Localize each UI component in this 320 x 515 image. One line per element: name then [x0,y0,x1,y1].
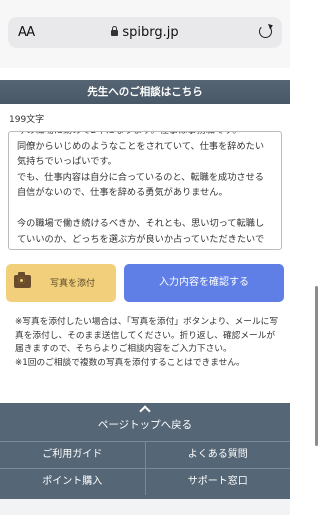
consult-section-header: 先生へのご相談はこちら [0,80,290,104]
lock-icon [111,26,119,36]
address-bar[interactable]: AA spibrg.jp [8,17,282,48]
chevron-up-icon [139,405,151,417]
consultation-text: 今の職場に勤めて2年になります。仕事は事務職です。 同僚からいじめのようなことを… [17,132,265,245]
consultation-textarea[interactable]: 今の職場に勤めて2年になります。仕事は事務職です。 同僚からいじめのようなことを… [8,131,282,250]
page-top-label: ページトップへ戻る [97,419,193,431]
footer-link-buy-points[interactable]: ポイント購入 [0,469,145,495]
footer-links: ご利用ガイド よくある質問 ポイント購入 サポート窓口 [0,441,290,495]
note-photo-limit: ※1回のご相談で複数の写真を添付することはできません。 [15,357,245,368]
attach-photo-button[interactable]: 写真を添付 [6,264,116,302]
notes: ※写真を添付したい場合は、「写真を添付」ボタンより、メールに写真を添付し、そのま… [15,316,281,370]
footer-link-guide[interactable]: ご利用ガイド [0,442,145,468]
note-photo-instructions: ※写真を添付したい場合は、「写真を添付」ボタンより、メールに写真を添付し、そのま… [15,317,279,354]
footer-link-support[interactable]: サポート窓口 [144,469,291,495]
scrollbar[interactable] [315,286,318,446]
camera-icon [14,272,31,288]
browser-toolbar: AA spibrg.jp [0,0,290,68]
footer: ページトップへ戻る ご利用ガイド よくある質問 ポイント購入 サポート窓口 [0,403,290,515]
character-count: 199文字 [9,115,45,125]
confirm-input-button[interactable]: 入力内容を確認する [124,264,284,302]
bottom-fade [0,499,290,515]
footer-link-faq[interactable]: よくある質問 [144,442,291,468]
url-text: spibrg.jp [122,25,179,40]
reload-icon[interactable] [259,25,272,38]
page-top-link[interactable]: ページトップへ戻る [0,403,290,441]
attach-photo-label: 写真を添付 [50,279,96,289]
url-display[interactable]: spibrg.jp [8,25,282,40]
